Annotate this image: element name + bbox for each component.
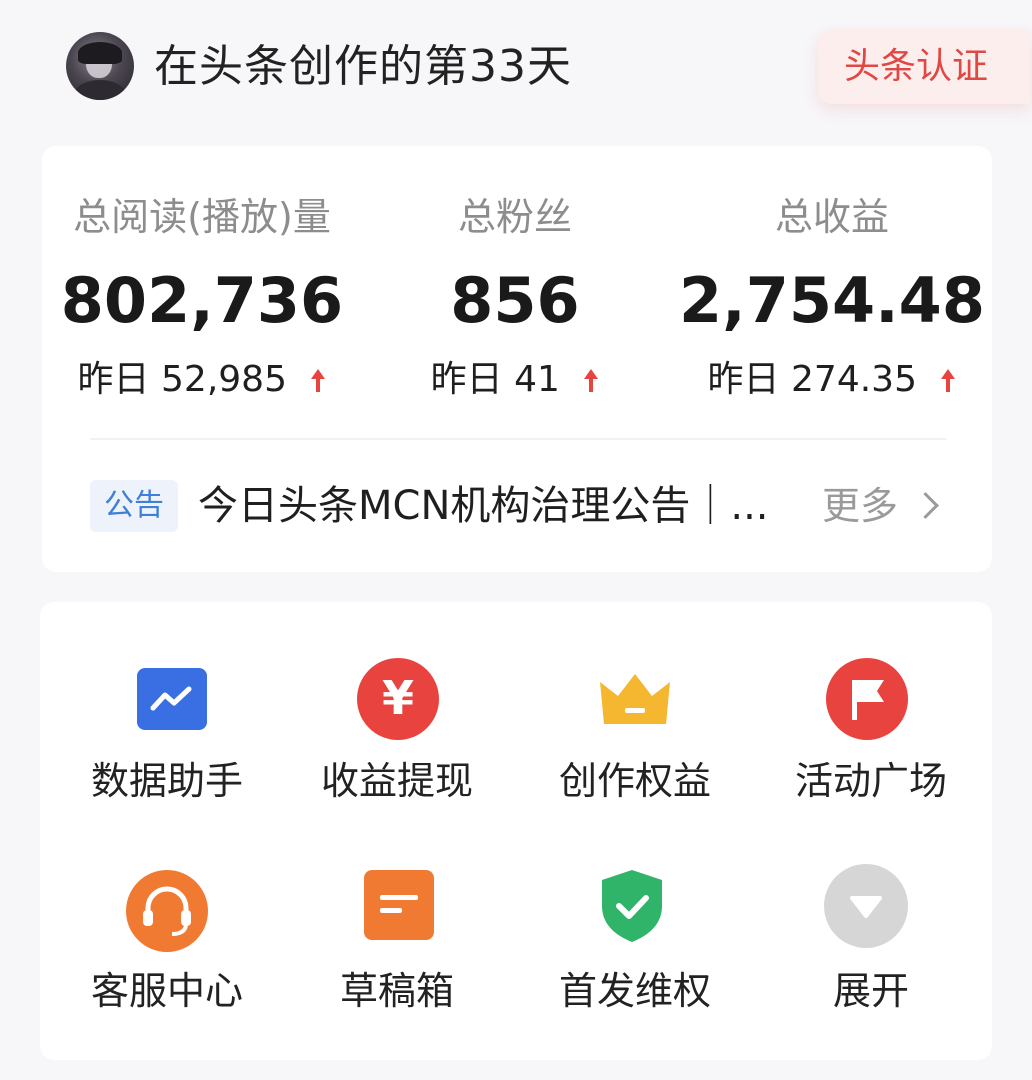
- stat-delta-label: 昨日: [77, 359, 150, 400]
- stat-delta: 昨日 274.35: [672, 356, 992, 404]
- draft-icon: [364, 870, 434, 940]
- shield-check-icon: [598, 868, 666, 944]
- tool-activity-square[interactable]: 活动广场: [752, 602, 990, 803]
- yen-glyph: ¥: [381, 671, 414, 725]
- profile-header: 在头条创作的第33天 头条认证: [0, 0, 1032, 140]
- stat-delta: 昨日 52,985: [42, 356, 362, 404]
- flag-icon: [826, 658, 908, 740]
- arrow-up-icon: [583, 369, 599, 393]
- expand-down-icon: [824, 864, 908, 948]
- tool-original-protection[interactable]: 首发维权: [516, 824, 754, 1013]
- stat-delta: 昨日 41: [360, 356, 670, 404]
- yen-icon: ¥: [357, 658, 439, 740]
- page-title: 在头条创作的第33天: [154, 41, 572, 92]
- notice-tag-label: 公告: [104, 488, 164, 523]
- tool-income-withdraw[interactable]: ¥ 收益提现: [278, 602, 516, 803]
- stat-delta-value: 274.35: [791, 359, 917, 400]
- arrow-up-icon: [940, 369, 956, 393]
- notice-headline[interactable]: 今日头条MCN机构治理公告｜...: [198, 480, 798, 532]
- certification-badge[interactable]: 头条认证: [818, 30, 1030, 104]
- tool-data-assistant[interactable]: 数据助手: [48, 602, 286, 803]
- tool-label: 创作权益: [558, 759, 711, 803]
- stat-delta-label: 昨日: [707, 359, 780, 400]
- avatar[interactable]: [66, 32, 134, 100]
- chart-trend-icon: [137, 668, 207, 730]
- tool-label: 数据助手: [90, 759, 243, 803]
- avatar-hair: [78, 42, 122, 64]
- stat-value: 802,736: [60, 264, 344, 337]
- tool-drafts[interactable]: 草稿箱: [278, 824, 516, 1013]
- avatar-shoulder: [74, 80, 126, 100]
- stat-value: 856: [450, 264, 580, 337]
- stat-value: 2,754.48: [679, 264, 985, 337]
- tool-label: 展开: [832, 969, 909, 1013]
- stat-delta-value: 41: [514, 359, 560, 400]
- notice-more-label: 更多: [822, 484, 899, 528]
- stat-delta-label: 昨日: [430, 359, 503, 400]
- tool-label: 草稿箱: [339, 969, 454, 1013]
- stat-delta-value: 52,985: [161, 359, 287, 400]
- tool-label: 首发维权: [558, 969, 711, 1013]
- tool-label: 客服中心: [90, 969, 243, 1013]
- stats-card: 总阅读(播放)量 802,736 昨日 52,985 总粉丝 856 昨日 41…: [42, 146, 992, 572]
- crown-icon: [598, 670, 672, 728]
- tool-creator-rights[interactable]: 创作权益: [516, 602, 754, 803]
- divider: [90, 438, 946, 440]
- stat-label: 总粉丝: [457, 195, 572, 239]
- headset-icon: [126, 870, 208, 952]
- arrow-up-icon: [310, 369, 326, 393]
- tools-card: 数据助手 ¥ 收益提现 创作权益 活动广场 客服中心 草稿箱 首发维权 展开: [40, 602, 992, 1060]
- chevron-right-icon: [912, 492, 939, 519]
- notice-tag: 公告: [90, 480, 178, 532]
- stat-label: 总收益: [774, 195, 889, 239]
- stat-label: 总阅读(播放)量: [73, 195, 331, 239]
- tool-expand[interactable]: 展开: [752, 824, 990, 1013]
- certification-badge-label: 头条认证: [844, 46, 989, 87]
- notice-more-link[interactable]: 更多: [822, 480, 939, 532]
- tool-customer-service[interactable]: 客服中心: [48, 824, 286, 1013]
- tool-label: 收益提现: [320, 759, 473, 803]
- tool-label: 活动广场: [794, 759, 947, 803]
